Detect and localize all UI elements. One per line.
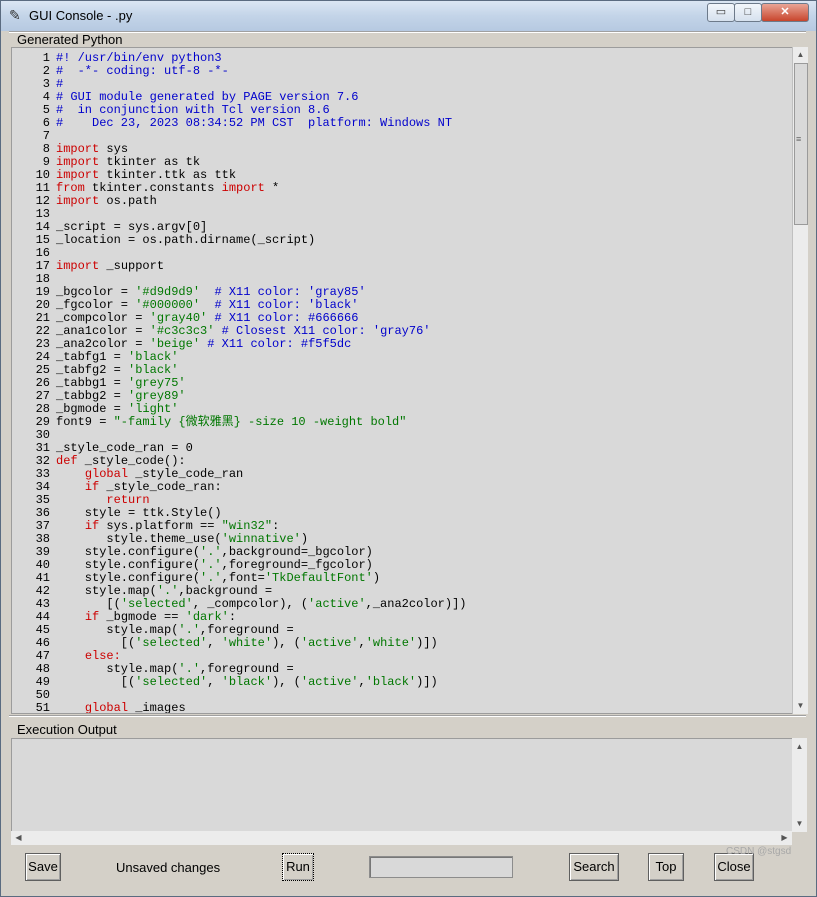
scroll-right-arrow-icon[interactable]: ▶ bbox=[777, 831, 792, 845]
code-text: import tkinter as tk bbox=[56, 155, 201, 169]
code-text: font9 = "-family {微软雅黑} -size 10 -weight… bbox=[56, 415, 407, 429]
search-button[interactable]: Search bbox=[569, 853, 619, 881]
code-text: style.configure('.',font='TkDefaultFont'… bbox=[56, 571, 381, 585]
output-vertical-scrollbar[interactable]: ▲ ▼ bbox=[792, 738, 807, 832]
code-text: return bbox=[106, 493, 150, 507]
execution-output-label: Execution Output bbox=[17, 722, 117, 737]
code-text: if _bgmode == 'dark': bbox=[84, 610, 237, 624]
code-text: [('selected', _compcolor), ('active',_an… bbox=[56, 597, 467, 611]
save-button[interactable]: Save bbox=[25, 853, 61, 881]
scroll-up-arrow-icon[interactable]: ▲ bbox=[793, 48, 808, 62]
code-text: _tabbg2 = 'grey89' bbox=[56, 389, 186, 403]
code-text: global _images bbox=[84, 701, 186, 714]
code-text: import os.path bbox=[56, 194, 157, 208]
code-text: # bbox=[56, 77, 64, 91]
code-text: # in conjunction with Tcl version 8.6 bbox=[56, 103, 330, 117]
watermark-text: CSDN @stgsd bbox=[726, 846, 792, 857]
close-button[interactable]: Close bbox=[714, 853, 754, 881]
code-text: style.configure('.',background=_bgcolor) bbox=[56, 545, 373, 559]
scroll-down-arrow-icon[interactable]: ▼ bbox=[793, 699, 808, 713]
code-text: from tkinter.constants import * bbox=[56, 181, 280, 195]
scroll-left-arrow-icon[interactable]: ◀ bbox=[11, 831, 26, 845]
code-text: _tabbg1 = 'grey75' bbox=[56, 376, 186, 390]
generated-python-code-text[interactable]: 1 #! /usr/bin/env python3 2 # -*- coding: u… bbox=[11, 47, 794, 714]
code-text: style.map('.',foreground = bbox=[56, 662, 294, 676]
code-line: 51 global _images bbox=[12, 702, 186, 714]
execution-output-text[interactable] bbox=[11, 738, 794, 832]
code-text: _tabfg2 = 'black' bbox=[56, 363, 179, 377]
code-text: _tabfg1 = 'black' bbox=[56, 350, 179, 364]
code-text: import _support bbox=[56, 259, 165, 273]
code-text: _location = os.path.dirname(_script) bbox=[56, 233, 316, 247]
code-text: #! /usr/bin/env python3 bbox=[56, 51, 222, 65]
maximize-button[interactable]: □ bbox=[734, 3, 762, 22]
search-input[interactable] bbox=[369, 856, 513, 878]
top-button[interactable]: Top bbox=[648, 853, 684, 881]
code-text: # GUI module generated by PAGE version 7… bbox=[56, 90, 359, 104]
run-button[interactable]: Run bbox=[282, 853, 314, 881]
code-text: style.theme_use('winnative') bbox=[56, 532, 309, 546]
code-text: [('selected', 'white'), ('active','white… bbox=[56, 636, 438, 650]
code-line: 29 font9 = "-family {微软雅黑} -size 10 -weig… bbox=[12, 415, 407, 429]
code-text: style.configure('.',foreground=_fgcolor) bbox=[56, 558, 373, 572]
code-line: 6 # Dec 23, 2023 08:34:52 PM CST platform… bbox=[12, 117, 452, 130]
feather-icon: ✎ bbox=[9, 7, 21, 23]
code-text: else: bbox=[84, 649, 121, 663]
close-icon: ✕ bbox=[780, 6, 790, 18]
code-text: if sys.platform == "win32": bbox=[84, 519, 280, 533]
line-number: 51 bbox=[35, 701, 50, 714]
generated-python-label: Generated Python bbox=[17, 32, 123, 47]
code-text: if _style_code_ran: bbox=[84, 480, 222, 494]
output-scroll-up-arrow-icon[interactable]: ▲ bbox=[792, 740, 807, 754]
middle-separator bbox=[9, 715, 806, 717]
code-line: 15 _location = os.path.dirname(_script) bbox=[12, 233, 316, 247]
code-text: def _style_code(): bbox=[56, 454, 186, 468]
code-text: import tkinter.ttk as ttk bbox=[56, 168, 237, 182]
console-client-area: Generated Python 1 #! /usr/bin/env python… bbox=[7, 31, 810, 890]
code-text: style = ttk.Style() bbox=[56, 506, 222, 520]
code-text: _ana2color = 'beige' # X11 color: #f5f5d… bbox=[56, 337, 352, 351]
code-text: [('selected', 'black'), ('active','black… bbox=[56, 675, 438, 689]
code-vertical-scrollbar[interactable]: ▲ ≡ ▼ bbox=[792, 47, 808, 714]
window-title: GUI Console - .py bbox=[29, 8, 133, 23]
top-separator bbox=[9, 31, 806, 33]
code-text: _style_code_ran = 0 bbox=[56, 441, 193, 455]
output-horizontal-scrollbar[interactable]: ◀ ▶ bbox=[11, 831, 792, 845]
code-text: # -*- coding: utf-8 -*- bbox=[56, 64, 229, 78]
title-bar[interactable]: ✎ GUI Console - .py ▭ □ ✕ bbox=[1, 1, 816, 31]
code-text: _ana1color = '#c3c3c3' # Closest X11 col… bbox=[56, 324, 431, 338]
gui-console-window: ✎ GUI Console - .py ▭ □ ✕ Generated Pyth… bbox=[0, 0, 817, 897]
code-text: _compcolor = 'gray40' # X11 color: #6666… bbox=[56, 311, 359, 325]
code-text: style.map('.',background = bbox=[56, 584, 273, 598]
code-text: _script = sys.argv[0] bbox=[56, 220, 208, 234]
minimize-icon: ▭ bbox=[715, 6, 727, 18]
code-text: style.map('.',foreground = bbox=[56, 623, 294, 637]
code-line: 17 import _support bbox=[12, 260, 164, 273]
unsaved-changes-status: Unsaved changes bbox=[116, 860, 221, 875]
minimize-button[interactable]: ▭ bbox=[707, 3, 735, 22]
code-text: _fgcolor = '#000000' # X11 color: 'black… bbox=[56, 298, 359, 312]
code-line: 12 import os.path bbox=[12, 195, 157, 208]
code-text: # Dec 23, 2023 08:34:52 PM CST platform:… bbox=[56, 116, 453, 130]
code-text: _bgcolor = '#d9d9d9' # X11 color: 'gray8… bbox=[56, 285, 366, 299]
code-line: 49 [('selected', 'black'), ('active','bl… bbox=[12, 676, 438, 689]
code-text: global _style_code_ran bbox=[84, 467, 244, 481]
code-text: _bgmode = 'light' bbox=[56, 402, 179, 416]
output-scroll-down-arrow-icon[interactable]: ▼ bbox=[792, 817, 807, 831]
grip-icon: ≡ bbox=[796, 134, 802, 144]
close-window-button[interactable]: ✕ bbox=[761, 3, 809, 22]
maximize-icon: □ bbox=[744, 6, 752, 18]
code-text: import sys bbox=[56, 142, 129, 156]
scrollbar-thumb[interactable]: ≡ bbox=[794, 63, 808, 225]
